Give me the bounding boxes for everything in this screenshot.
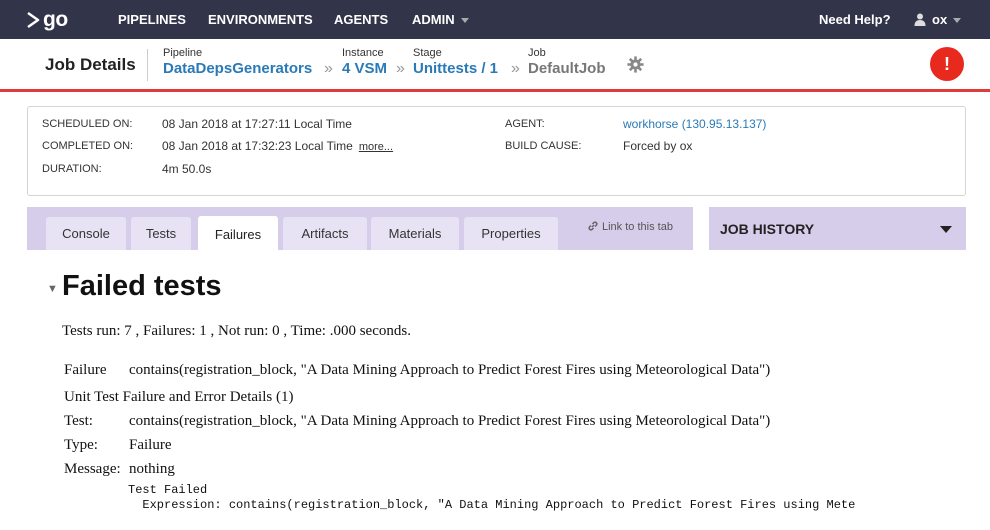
details-heading: Unit Test Failure and Error Details (1) — [64, 389, 294, 405]
top-navbar: go PIPELINES ENVIRONMENTS AGENTS ADMIN N… — [0, 0, 990, 39]
chevron-down-icon — [460, 18, 469, 24]
alert-button[interactable]: ! — [930, 47, 964, 81]
test-label: Test: — [64, 413, 93, 429]
instance-link[interactable]: 4 VSM — [342, 60, 387, 77]
message-label: Message: — [64, 461, 121, 477]
breadcrumb-job: Job DefaultJob — [528, 47, 606, 77]
completed-label: COMPLETED ON: — [42, 140, 134, 152]
failure-label: Failure — [64, 362, 107, 378]
link-to-tab-label: Link to this tab — [602, 221, 673, 233]
divider — [147, 49, 148, 81]
gear-icon — [627, 56, 644, 73]
job-history-toggle[interactable]: JOB HISTORY — [709, 207, 966, 250]
link-to-tab[interactable]: Link to this tab — [587, 220, 673, 233]
pipeline-link[interactable]: DataDepsGenerators — [163, 60, 312, 77]
nav-agents[interactable]: AGENTS — [334, 0, 388, 39]
go-logo[interactable]: go — [26, 8, 68, 32]
type-value: Failure — [129, 437, 172, 453]
stage-link[interactable]: Unittests / 1 — [413, 60, 498, 77]
nav-environments[interactable]: ENVIRONMENTS — [208, 0, 313, 39]
collapse-triangle-icon[interactable]: ▼ — [47, 283, 58, 295]
link-icon — [588, 221, 598, 231]
test-summary: Tests run: 7 , Failures: 1 , Not run: 0 … — [62, 323, 411, 339]
failed-tests-heading: Failed tests — [62, 270, 222, 302]
scheduled-label: SCHEDULED ON: — [42, 118, 133, 130]
breadcrumb-separator-icon: » — [396, 60, 405, 77]
stack-trace-line: Expression: contains(registration_block,… — [128, 498, 856, 512]
tab-bar: Console Tests Failures Artifacts Materia… — [27, 207, 693, 251]
job-history-label: JOB HISTORY — [720, 221, 815, 237]
need-help-link[interactable]: Need Help? — [819, 0, 891, 39]
chevron-down-icon — [940, 226, 952, 233]
nav-pipelines[interactable]: PIPELINES — [118, 0, 186, 39]
breadcrumb-pipeline: Pipeline DataDepsGenerators — [163, 47, 312, 77]
duration-label: DURATION: — [42, 163, 102, 175]
settings-button[interactable] — [627, 56, 644, 78]
tab-materials[interactable]: Materials — [371, 217, 459, 250]
breadcrumb-stage: Stage Unittests / 1 — [413, 47, 498, 77]
user-menu[interactable]: ox — [914, 0, 962, 39]
nav-admin[interactable]: ADMIN — [412, 0, 469, 39]
completed-row: 08 Jan 2018 at 17:32:23 Local Time more..… — [162, 139, 393, 153]
tab-failures[interactable]: Failures — [198, 216, 278, 251]
type-label: Type: — [64, 437, 98, 453]
breadcrumb-label: Pipeline — [163, 47, 203, 59]
agent-label: AGENT: — [505, 118, 545, 130]
scheduled-value: 08 Jan 2018 at 17:27:11 Local Time — [162, 117, 352, 131]
completed-value: 08 Jan 2018 at 17:32:23 Local Time — [162, 139, 353, 153]
breadcrumb-separator-icon: » — [324, 60, 333, 77]
tab-tests[interactable]: Tests — [131, 217, 191, 250]
nav-admin-label: ADMIN — [412, 12, 455, 27]
agent-link[interactable]: workhorse (130.95.13.137) — [623, 117, 766, 131]
duration-value: 4m 50.0s — [162, 162, 212, 176]
job-info-panel: SCHEDULED ON: 08 Jan 2018 at 17:27:11 Lo… — [27, 106, 966, 196]
message-value: nothing — [129, 461, 175, 477]
logo-text: go — [43, 8, 68, 31]
user-name: ox — [932, 12, 948, 27]
job-name: DefaultJob — [528, 60, 606, 77]
job-header: Job Details Pipeline DataDepsGenerators … — [0, 39, 990, 92]
more-link[interactable]: more... — [359, 141, 393, 153]
test-value: contains(registration_block, "A Data Min… — [129, 413, 771, 429]
breadcrumb-label: Job — [528, 47, 546, 59]
build-cause-label: BUILD CAUSE: — [505, 140, 582, 152]
breadcrumb-instance: Instance 4 VSM — [342, 47, 387, 77]
failure-value: contains(registration_block, "A Data Min… — [129, 362, 771, 378]
breadcrumb-label: Stage — [413, 47, 442, 59]
tab-artifacts[interactable]: Artifacts — [283, 217, 367, 250]
page-title: Job Details — [45, 55, 136, 74]
breadcrumb-label: Instance — [342, 47, 384, 59]
chevron-down-icon — [953, 18, 962, 24]
tab-properties[interactable]: Properties — [464, 217, 558, 250]
build-cause-value: Forced by ox — [623, 139, 693, 153]
stack-trace-line: Test Failed — [128, 483, 208, 497]
user-icon — [914, 13, 926, 26]
breadcrumb-separator-icon: » — [511, 60, 520, 77]
go-logo-icon — [27, 11, 40, 29]
alert-icon: ! — [944, 54, 950, 74]
tab-console[interactable]: Console — [46, 217, 126, 250]
